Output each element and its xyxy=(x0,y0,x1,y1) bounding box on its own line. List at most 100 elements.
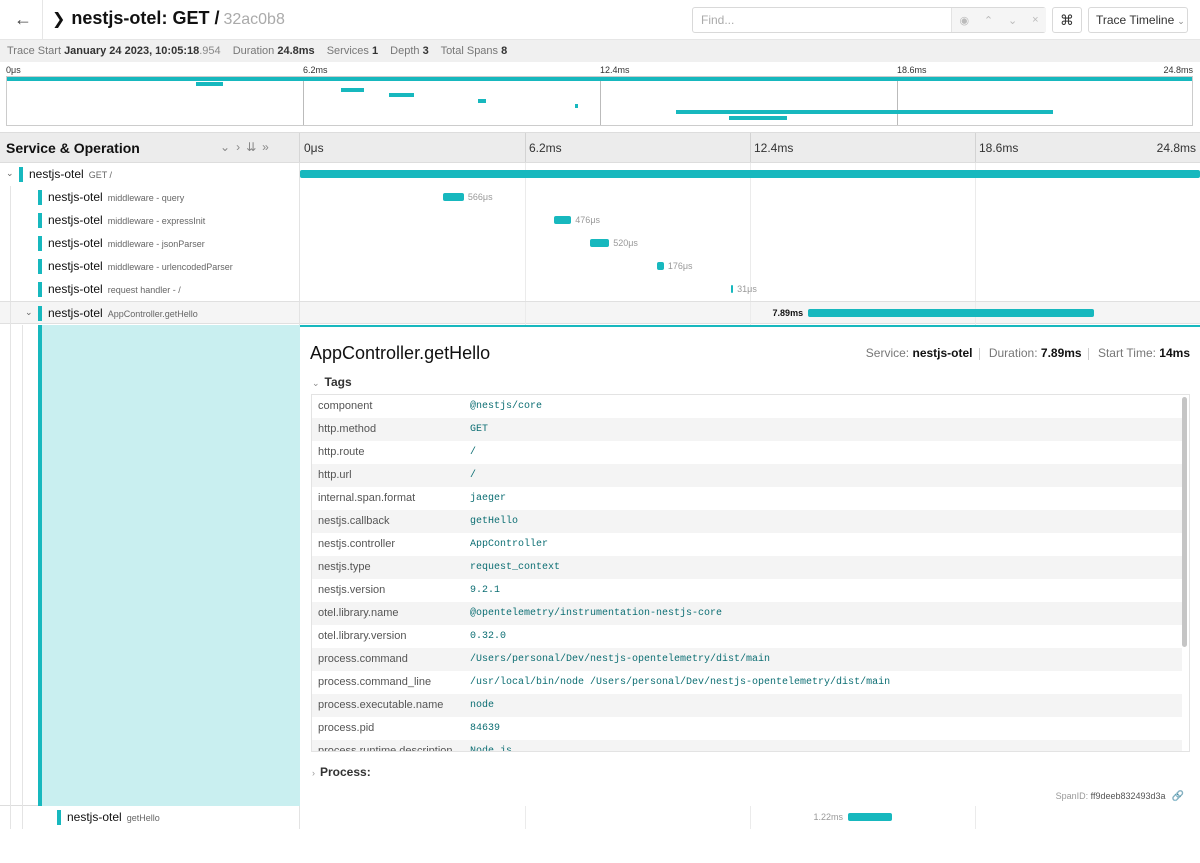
tag-value: AppController xyxy=(470,539,549,550)
expand-all-icon[interactable]: » xyxy=(262,140,275,154)
next-result-icon[interactable]: ⌄ xyxy=(1008,14,1017,27)
span-row[interactable]: nestjs-otel middleware - urlencodedParser… xyxy=(0,255,1200,278)
span-operation-name: middleware - jsonParser xyxy=(107,239,205,249)
tag-row[interactable]: http.route / xyxy=(312,441,1182,464)
timeline-header-left: Service & Operation ⌄›⇊» xyxy=(0,133,300,162)
timeline-gridline xyxy=(975,806,976,829)
service-color-bar xyxy=(38,190,42,205)
span-row[interactable]: nestjs-otel request handler - / 31μs xyxy=(0,278,1200,301)
span-service-name: nestjs-otel middleware - query xyxy=(48,190,184,204)
span-row[interactable]: nestjs-otel middleware - query 566μs xyxy=(0,186,1200,209)
duration-value: 24.8ms xyxy=(277,45,315,57)
tag-row[interactable]: process.pid 84639 xyxy=(312,717,1182,740)
collapse-controls: ⌄›⇊» xyxy=(220,140,275,154)
span-row[interactable]: nestjs-otel middleware - expressInit 476μs xyxy=(0,209,1200,232)
timeline-tick: 24.8ms xyxy=(1156,141,1196,155)
trace-title[interactable]: ❯ nestjs-otel: GET /32ac0b8 xyxy=(52,8,285,29)
span-bar[interactable] xyxy=(657,262,664,270)
tags-scrollbar[interactable] xyxy=(1182,397,1187,647)
span-bar[interactable] xyxy=(847,813,893,821)
tag-row[interactable]: process.executable.name node xyxy=(312,694,1182,717)
expand-one-icon[interactable]: › xyxy=(236,140,246,154)
prev-result-icon[interactable]: ⌃ xyxy=(984,14,993,27)
span-row-label[interactable]: nestjs-otel request handler - / xyxy=(0,278,300,301)
span-row[interactable]: nestjs-otel getHello 1.22ms xyxy=(0,806,1200,829)
tag-value: /usr/local/bin/node /Users/personal/Dev/… xyxy=(470,677,891,688)
span-bar[interactable] xyxy=(590,239,610,247)
clear-icon[interactable]: × xyxy=(1032,14,1038,26)
span-row-label[interactable]: ⌄ nestjs-otel GET / xyxy=(0,163,300,186)
tag-key: nestjs.type xyxy=(318,561,371,573)
span-operation-name: middleware - query xyxy=(107,193,185,203)
tag-row[interactable]: http.method GET xyxy=(312,418,1182,441)
minimap-canvas[interactable] xyxy=(6,76,1193,126)
tag-row[interactable]: process.command_line/usr/local/bin/node … xyxy=(312,671,1182,694)
tag-key: otel.library.name xyxy=(318,607,399,619)
span-duration-label: 176μs xyxy=(667,261,693,271)
tag-row[interactable]: nestjs.controller AppController xyxy=(312,533,1182,556)
minimap-tick: 6.2ms xyxy=(303,65,328,75)
tag-row[interactable]: nestjs.type request_context xyxy=(312,556,1182,579)
tag-row[interactable]: component @nestjs/core xyxy=(312,395,1182,418)
tree-guide xyxy=(10,278,11,301)
timeline-tick: 18.6ms xyxy=(979,141,1019,155)
minimap-gridline xyxy=(600,77,601,125)
detail-service-value: nestjs-otel xyxy=(912,346,973,360)
tag-row[interactable]: otel.library.version 0.32.0 xyxy=(312,625,1182,648)
tag-key: http.route xyxy=(318,446,365,458)
tag-row[interactable]: nestjs.version 9.2.1 xyxy=(312,579,1182,602)
tags-toggle[interactable]: ⌄ Tags xyxy=(312,375,352,389)
link-icon[interactable]: 🔗 xyxy=(1172,791,1184,802)
tree-guide xyxy=(22,325,23,806)
tag-value: @opentelemetry/instrumentation-nestjs-co… xyxy=(470,608,723,619)
chevron-down-icon[interactable]: ⌄ xyxy=(25,307,33,318)
chevron-down-icon: ⌄ xyxy=(312,378,320,388)
locate-icon[interactable]: ◉ xyxy=(959,14,969,27)
collapse-one-icon[interactable]: ⌄ xyxy=(220,140,236,154)
tag-row[interactable]: http.url / xyxy=(312,464,1182,487)
tag-row[interactable]: process.command/Users/personal/Dev/nestj… xyxy=(312,648,1182,671)
span-row[interactable]: ⌄ nestjs-otel AppController.getHello 7.89ms xyxy=(0,301,1200,325)
span-row-label[interactable]: nestjs-otel middleware - urlencodedParser xyxy=(0,255,300,278)
span-bar[interactable] xyxy=(443,193,464,201)
minimap-span-bar xyxy=(7,77,1192,81)
span-service-name: nestjs-otel GET / xyxy=(29,167,112,181)
chevron-down-icon[interactable]: ⌄ xyxy=(6,168,14,179)
tag-row[interactable]: nestjs.callback getHello xyxy=(312,510,1182,533)
span-bar[interactable] xyxy=(300,170,1200,178)
span-row-label[interactable]: ⌄ nestjs-otel AppController.getHello xyxy=(0,302,300,325)
tag-key: process.executable.name xyxy=(318,699,444,711)
span-detail: AppController.getHello Service: nestjs-o… xyxy=(0,325,1200,806)
tag-row[interactable]: internal.span.format jaeger xyxy=(312,487,1182,510)
find-input[interactable] xyxy=(701,12,941,28)
back-arrow-icon[interactable]: ← xyxy=(12,8,34,30)
keyboard-shortcuts-icon[interactable]: ⌘ xyxy=(1052,7,1082,33)
tag-row[interactable]: process.runtime.description Node.js xyxy=(312,740,1182,751)
chevron-down-icon: ⌄ xyxy=(1177,16,1185,26)
span-bar[interactable] xyxy=(731,285,734,293)
span-row[interactable]: ⌄ nestjs-otel GET / xyxy=(0,163,1200,186)
span-bar[interactable] xyxy=(808,309,1095,317)
span-row-label[interactable]: nestjs-otel middleware - query xyxy=(0,186,300,209)
find-box: ◉ ⌃ ⌄ × xyxy=(692,7,1046,33)
timeline-gridline xyxy=(525,186,526,209)
view-selector[interactable]: Trace Timeline ⌄ xyxy=(1088,7,1188,33)
tags-table[interactable]: component @nestjs/core http.method GET http.… xyxy=(311,394,1190,752)
span-row-label[interactable]: nestjs-otel middleware - expressInit xyxy=(0,209,300,232)
span-bar[interactable] xyxy=(554,216,572,224)
tag-row[interactable]: otel.library.name @opentelemetry/instrume… xyxy=(312,602,1182,625)
chevron-down-icon[interactable]: ❯ xyxy=(52,9,65,29)
minimap-span-bar xyxy=(675,110,1053,114)
tree-guide xyxy=(22,806,23,829)
minimap-span-bar xyxy=(728,116,787,120)
span-row[interactable]: nestjs-otel middleware - jsonParser 520μs xyxy=(0,232,1200,255)
span-service-name: nestjs-otel getHello xyxy=(67,810,160,824)
tag-key: process.pid xyxy=(318,722,375,734)
collapse-all-icon[interactable]: ⇊ xyxy=(246,140,262,154)
span-row-label[interactable]: nestjs-otel getHello xyxy=(0,806,300,829)
trace-minimap[interactable]: 0μs 6.2ms 12.4ms 18.6ms 24.8ms xyxy=(0,62,1200,128)
services-value: 1 xyxy=(371,45,379,57)
span-service: nestjs-otel xyxy=(48,213,103,227)
span-row-label[interactable]: nestjs-otel middleware - jsonParser xyxy=(0,232,300,255)
process-toggle[interactable]: › Process: xyxy=(312,765,371,779)
